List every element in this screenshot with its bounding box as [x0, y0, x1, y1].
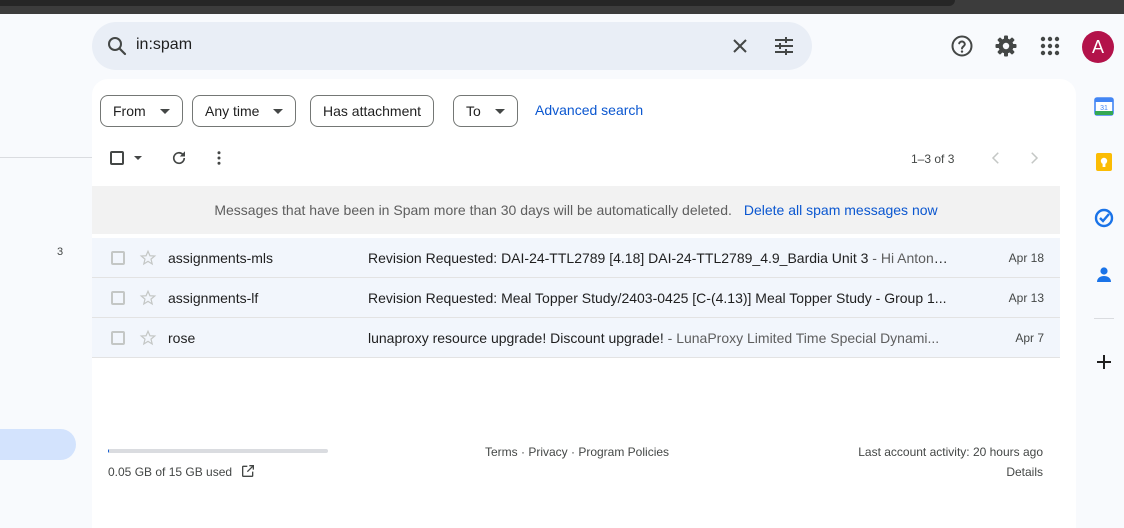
email-content: Revision Requested: Meal Topper Study/24… [368, 290, 950, 306]
open-in-new-icon[interactable] [240, 463, 256, 479]
email-date: Apr 18 [1008, 251, 1044, 265]
email-sender: assignments-lf [168, 290, 259, 306]
email-row[interactable]: assignments-lf Revision Requested: Meal … [92, 278, 1060, 318]
storage-usage-fill [108, 449, 109, 453]
select-dropdown-icon[interactable] [134, 156, 142, 160]
add-icon[interactable] [1094, 352, 1114, 372]
help-icon[interactable] [950, 34, 974, 58]
chevron-left-icon[interactable] [987, 149, 1005, 167]
search-bar[interactable] [92, 22, 812, 70]
left-nav-selected-item[interactable] [0, 429, 76, 460]
email-subject: Revision Requested: DAI-24-TTL2789 [4.18… [368, 250, 869, 266]
filter-has-attachment[interactable]: Has attachment [310, 95, 435, 127]
search-icon[interactable] [105, 34, 129, 58]
chevron-right-icon[interactable] [1025, 149, 1043, 167]
star-icon[interactable] [139, 249, 157, 267]
email-row[interactable]: rose lunaproxy resource upgrade! Discoun… [92, 318, 1060, 358]
advanced-search-link[interactable]: Advanced search [535, 102, 643, 118]
footer-policy-links[interactable]: Terms · Privacy · Program Policies [485, 445, 669, 459]
main-panel: From Any time Has attachment To Advanced… [92, 79, 1076, 528]
side-panel-divider [1094, 318, 1114, 319]
browser-top-strip [0, 0, 1124, 14]
row-checkbox[interactable] [111, 251, 125, 265]
email-list: assignments-mls Revision Requested: DAI-… [92, 238, 1060, 358]
email-content: Revision Requested: DAI-24-TTL2789 [4.18… [368, 250, 950, 266]
spam-notice-banner: Messages that have been in Spam more tha… [92, 186, 1060, 234]
contacts-icon[interactable] [1094, 264, 1114, 284]
keep-notes-icon[interactable] [1094, 152, 1114, 172]
email-sender: rose [168, 330, 196, 346]
activity-details-link[interactable]: Details [1006, 465, 1043, 479]
tasks-icon[interactable] [1094, 208, 1114, 228]
email-date: Apr 7 [1015, 331, 1044, 345]
filter-to[interactable]: To [453, 95, 518, 127]
filter-label: From [113, 103, 146, 119]
last-account-activity: Last account activity: 20 hours ago [858, 445, 1043, 459]
select-all-checkbox[interactable] [110, 151, 124, 165]
calendar-icon[interactable]: 31 [1094, 96, 1114, 116]
email-subject: lunaproxy resource upgrade! Discount upg… [368, 330, 664, 346]
filter-label: Has attachment [323, 103, 422, 119]
settings-gear-icon[interactable] [994, 34, 1018, 58]
email-sender: assignments-mls [168, 250, 274, 266]
account-avatar[interactable]: A [1082, 31, 1114, 63]
filter-from[interactable]: From [100, 95, 183, 127]
spam-notice-text: Messages that have been in Spam more tha… [214, 202, 732, 218]
svg-text:31: 31 [1100, 105, 1108, 112]
search-input[interactable] [136, 36, 696, 54]
email-row[interactable]: assignments-mls Revision Requested: DAI-… [92, 238, 1060, 278]
storage-usage-text: 0.05 GB of 15 GB used [108, 465, 233, 479]
clear-search-icon[interactable] [728, 34, 752, 58]
email-content: lunaproxy resource upgrade! Discount upg… [368, 330, 950, 346]
email-date: Apr 13 [1008, 291, 1044, 305]
storage-usage-bar [108, 449, 328, 453]
email-subject: Revision Requested: Meal Topper Study/24… [368, 290, 947, 306]
filter-label: To [466, 103, 481, 119]
refresh-icon[interactable] [170, 149, 188, 167]
pagination-text: 1–3 of 3 [911, 152, 955, 166]
search-options-icon[interactable] [772, 34, 796, 58]
delete-all-spam-link[interactable]: Delete all spam messages now [744, 202, 938, 218]
row-checkbox[interactable] [111, 291, 125, 305]
email-snippet: - Hi Antony,... [868, 250, 950, 266]
star-icon[interactable] [139, 289, 157, 307]
chevron-down-icon [494, 108, 505, 114]
filter-any-time[interactable]: Any time [192, 95, 297, 127]
email-snippet: - LunaProxy Limited Time Special Dynami.… [663, 330, 940, 346]
filter-label: Any time [205, 103, 260, 119]
more-options-icon[interactable] [210, 149, 228, 167]
star-icon[interactable] [139, 329, 157, 347]
chevron-down-icon [159, 108, 170, 114]
row-checkbox[interactable] [111, 331, 125, 345]
apps-grid-icon[interactable] [1038, 34, 1062, 58]
left-nav-count: 3 [57, 246, 64, 258]
left-nav-divider [0, 157, 92, 158]
chevron-down-icon [273, 108, 284, 114]
